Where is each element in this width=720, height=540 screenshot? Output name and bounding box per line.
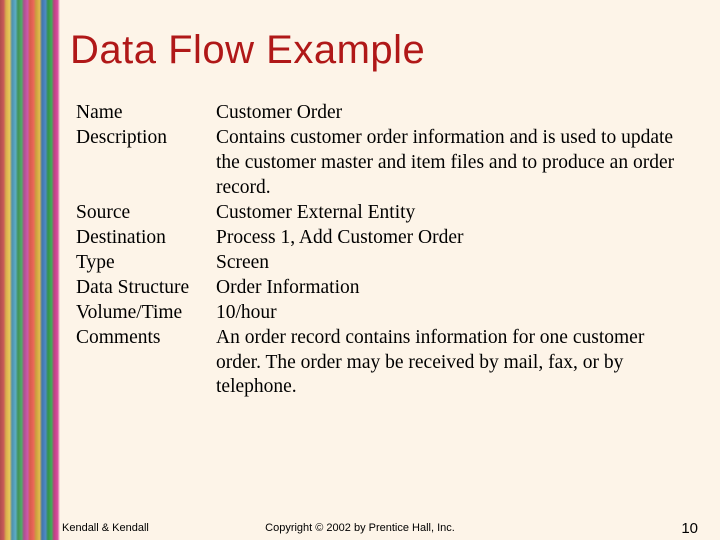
field-row: Comments An order record contains inform… <box>76 326 690 401</box>
field-label: Source <box>76 201 216 226</box>
field-row: Destination Process 1, Add Customer Orde… <box>76 226 690 251</box>
field-value: Process 1, Add Customer Order <box>216 226 690 251</box>
field-label: Data Structure <box>76 276 216 301</box>
field-value: Customer External Entity <box>216 201 690 226</box>
field-row: Source Customer External Entity <box>76 201 690 226</box>
field-value: Screen <box>216 251 690 276</box>
field-value: 10/hour <box>216 301 690 326</box>
field-row: Description Contains customer order info… <box>76 126 690 201</box>
field-label: Description <box>76 126 216 151</box>
footer-page-number: 10 <box>681 520 698 537</box>
field-label: Destination <box>76 226 216 251</box>
slide-content: Data Flow Example Name Customer Order De… <box>60 0 720 540</box>
field-value: Contains customer order information and … <box>216 126 690 201</box>
field-value: An order record contains information for… <box>216 326 690 401</box>
field-row: Data Structure Order Information <box>76 276 690 301</box>
field-row: Type Screen <box>76 251 690 276</box>
field-label: Type <box>76 251 216 276</box>
field-value: Customer Order <box>216 101 690 126</box>
field-row: Name Customer Order <box>76 101 690 126</box>
field-label: Name <box>76 101 216 126</box>
field-list: Name Customer Order Description Contains… <box>76 101 690 400</box>
field-label: Volume/Time <box>76 301 216 326</box>
field-label: Comments <box>76 326 216 351</box>
field-value: Order Information <box>216 276 690 301</box>
footer-copyright: Copyright © 2002 by Prentice Hall, Inc. <box>0 522 720 534</box>
decorative-stripe <box>0 0 60 540</box>
field-row: Volume/Time 10/hour <box>76 301 690 326</box>
slide-title: Data Flow Example <box>70 28 690 73</box>
